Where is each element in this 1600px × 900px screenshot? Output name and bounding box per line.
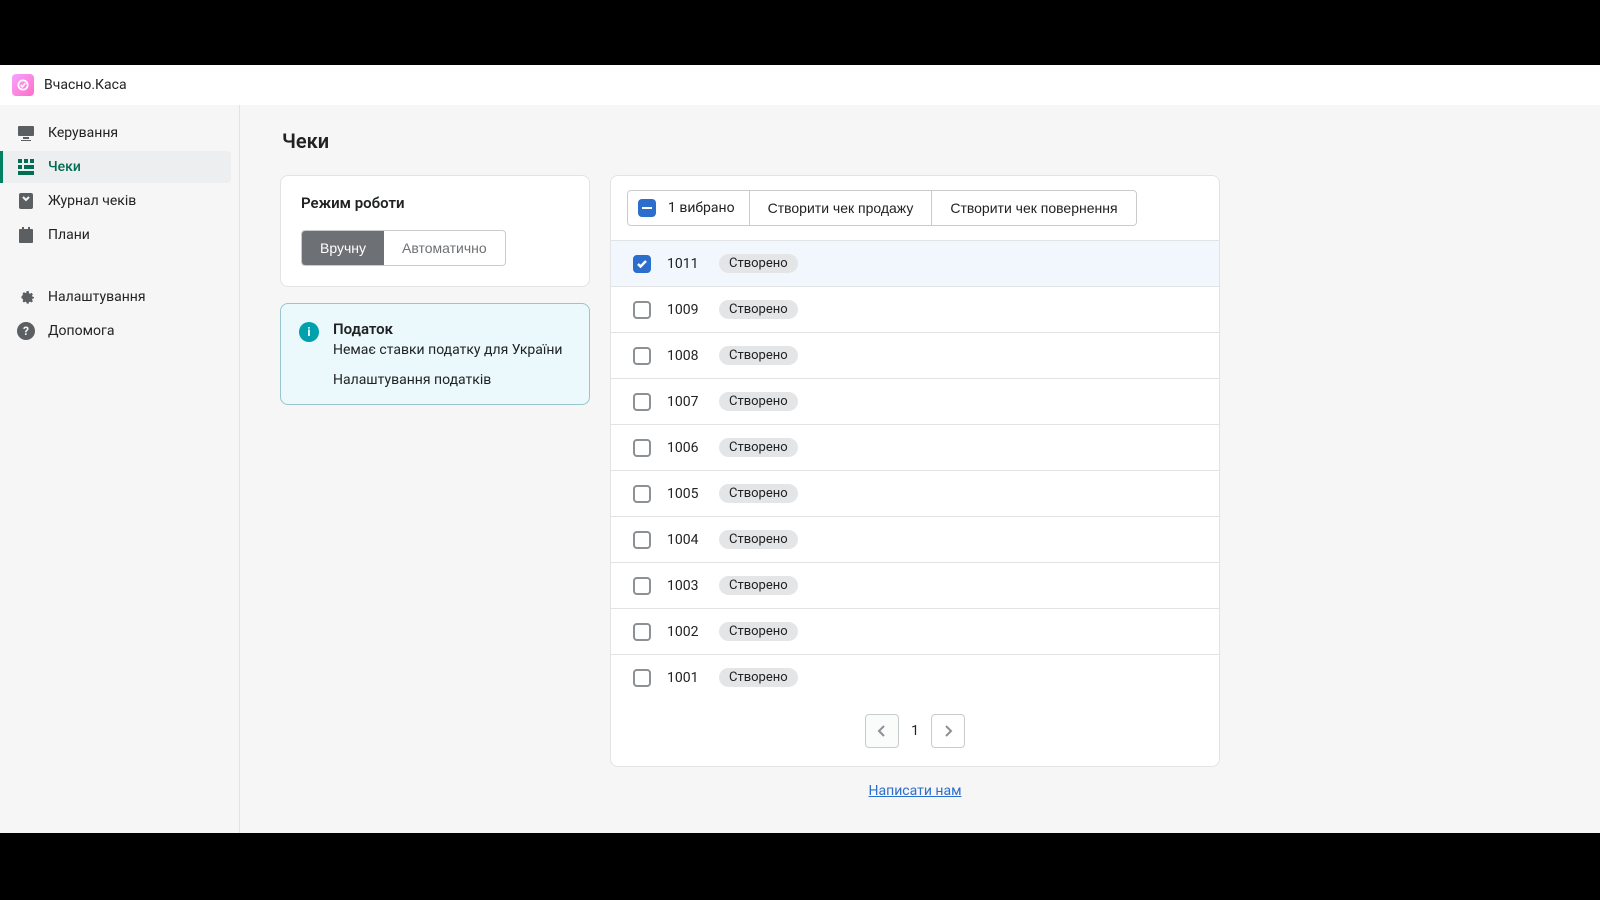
app-logo bbox=[12, 74, 34, 96]
table-row[interactable]: 1008 Створено bbox=[611, 332, 1219, 378]
settings-icon bbox=[16, 287, 36, 307]
sidebar-item-settings[interactable]: Налаштування bbox=[0, 281, 231, 313]
sidebar-item-label: Допомога bbox=[48, 323, 114, 339]
row-checkbox[interactable] bbox=[633, 577, 651, 595]
sidebar-item-help[interactable]: ? Допомога bbox=[0, 315, 231, 347]
mode-auto-button[interactable]: Автоматично bbox=[384, 231, 505, 265]
mode-segmented: Вручну Автоматично bbox=[301, 230, 506, 266]
app-title: Вчасно.Каса bbox=[44, 77, 127, 93]
table-row[interactable]: 1009 Створено bbox=[611, 286, 1219, 332]
pagination-page-number: 1 bbox=[905, 723, 925, 739]
pagination-prev-button[interactable] bbox=[865, 714, 899, 748]
row-id: 1011 bbox=[667, 256, 703, 272]
topbar: Вчасно.Каса bbox=[0, 65, 1600, 105]
row-checkbox[interactable] bbox=[633, 485, 651, 503]
toolbar-selection-summary[interactable]: 1 вибрано bbox=[628, 191, 750, 225]
letterbox-bottom bbox=[0, 833, 1600, 900]
row-id: 1005 bbox=[667, 486, 703, 502]
status-badge: Створено bbox=[719, 622, 798, 641]
plans-icon bbox=[16, 225, 36, 245]
row-checkbox[interactable] bbox=[633, 393, 651, 411]
pagination-next-button[interactable] bbox=[931, 714, 965, 748]
status-badge: Створено bbox=[719, 392, 798, 411]
table-row[interactable]: 1004 Створено bbox=[611, 516, 1219, 562]
table-row[interactable]: 1007 Створено bbox=[611, 378, 1219, 424]
row-checkbox[interactable] bbox=[633, 669, 651, 687]
sidebar-item-plans[interactable]: Плани bbox=[0, 219, 231, 251]
table-row[interactable]: 1006 Створено bbox=[611, 424, 1219, 470]
row-id: 1008 bbox=[667, 348, 703, 364]
pagination: 1 bbox=[611, 700, 1219, 766]
table-row[interactable]: 1001 Створено bbox=[611, 654, 1219, 700]
status-badge: Створено bbox=[719, 576, 798, 595]
receipts-icon bbox=[16, 157, 36, 177]
row-checkbox[interactable] bbox=[633, 347, 651, 365]
table-row[interactable]: 1003 Створено bbox=[611, 562, 1219, 608]
letterbox-top bbox=[0, 0, 1600, 65]
status-badge: Створено bbox=[719, 668, 798, 687]
status-badge: Створено bbox=[719, 438, 798, 457]
tax-info-card: i Податок Немає ставки податку для Украї… bbox=[280, 303, 590, 405]
create-sale-button[interactable]: Створити чек продажу bbox=[750, 191, 933, 225]
sidebar-item-management[interactable]: Керування bbox=[0, 117, 231, 149]
journal-icon bbox=[16, 191, 36, 211]
status-badge: Створено bbox=[719, 346, 798, 365]
management-icon bbox=[16, 123, 36, 143]
sidebar-item-label: Налаштування bbox=[48, 289, 146, 305]
page-title: Чеки bbox=[282, 129, 1220, 153]
sidebar-item-label: Керування bbox=[48, 125, 118, 141]
receipts-table: 1 вибрано Створити чек продажу Створити … bbox=[610, 175, 1220, 767]
row-id: 1007 bbox=[667, 394, 703, 410]
row-checkbox[interactable] bbox=[633, 255, 651, 273]
status-badge: Створено bbox=[719, 484, 798, 503]
sidebar-item-label: Плани bbox=[48, 227, 90, 243]
table-row[interactable]: 1005 Створено bbox=[611, 470, 1219, 516]
tax-settings-link[interactable]: Налаштування податків bbox=[333, 372, 563, 388]
tax-info-text: Немає ставки податку для України bbox=[333, 342, 563, 358]
row-checkbox[interactable] bbox=[633, 531, 651, 549]
table-row[interactable]: 1011 Створено bbox=[611, 240, 1219, 286]
table-toolbar: 1 вибрано Створити чек продажу Створити … bbox=[611, 176, 1219, 240]
row-id: 1003 bbox=[667, 578, 703, 594]
contact-us-link[interactable]: Написати нам bbox=[869, 783, 962, 799]
status-badge: Створено bbox=[719, 300, 798, 319]
help-icon: ? bbox=[16, 321, 36, 341]
status-badge: Створено bbox=[719, 254, 798, 273]
sidebar-item-journal[interactable]: Журнал чеків bbox=[0, 185, 231, 217]
selected-count-label: 1 вибрано bbox=[668, 200, 735, 216]
row-id: 1002 bbox=[667, 624, 703, 640]
sidebar-item-label: Чеки bbox=[48, 159, 81, 175]
mode-manual-button[interactable]: Вручну bbox=[302, 231, 384, 265]
tax-info-title: Податок bbox=[333, 320, 563, 338]
sidebar: Керування Чеки Журнал чеків Плани Налаш bbox=[0, 105, 240, 900]
table-row[interactable]: 1002 Створено bbox=[611, 608, 1219, 654]
main-content: Чеки Режим роботи Вручну Автоматично i П… bbox=[240, 105, 1260, 900]
sidebar-item-label: Журнал чеків bbox=[48, 193, 136, 209]
row-id: 1004 bbox=[667, 532, 703, 548]
row-checkbox[interactable] bbox=[633, 623, 651, 641]
row-id: 1001 bbox=[667, 670, 703, 686]
sidebar-item-receipts[interactable]: Чеки bbox=[0, 151, 231, 183]
create-return-button[interactable]: Створити чек повернення bbox=[932, 191, 1135, 225]
info-icon: i bbox=[299, 322, 319, 342]
row-id: 1006 bbox=[667, 440, 703, 456]
row-checkbox[interactable] bbox=[633, 301, 651, 319]
svg-text:?: ? bbox=[23, 324, 29, 338]
status-badge: Створено bbox=[719, 530, 798, 549]
row-id: 1009 bbox=[667, 302, 703, 318]
indeterminate-checkbox-icon bbox=[638, 199, 656, 217]
row-checkbox[interactable] bbox=[633, 439, 651, 457]
mode-card: Режим роботи Вручну Автоматично bbox=[280, 175, 590, 287]
mode-card-title: Режим роботи bbox=[301, 194, 569, 212]
